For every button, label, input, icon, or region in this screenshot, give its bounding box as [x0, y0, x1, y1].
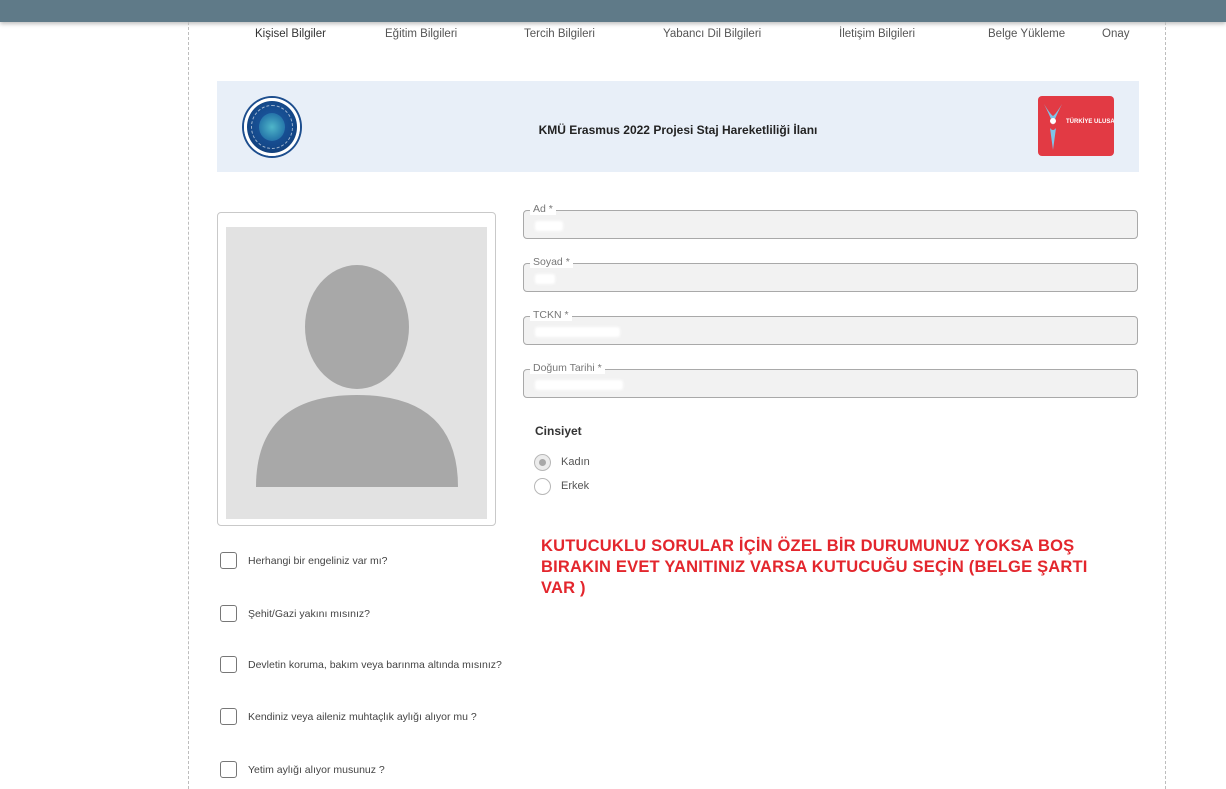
- agency-logo-text: TÜRKİYE ULUSAL AJANSI: [1066, 119, 1114, 125]
- question-label[interactable]: Yetim aylığı alıyor musunuz ?: [248, 764, 385, 776]
- checkbox[interactable]: [220, 552, 237, 569]
- gender-title: Cinsiyet: [535, 424, 582, 438]
- step-kisisel-bilgiler[interactable]: Kişisel Bilgiler: [255, 28, 326, 40]
- banner-title: KMÜ Erasmus 2022 Projesi Staj Hareketlil…: [538, 123, 818, 137]
- step-onay[interactable]: Onay: [1102, 28, 1130, 40]
- step-navigation: Kişisel Bilgiler Eğitim Bilgileri Tercih…: [189, 28, 1167, 48]
- checkbox[interactable]: [220, 708, 237, 725]
- profile-photo-placeholder: [226, 227, 487, 519]
- radio-button[interactable]: [534, 478, 551, 495]
- ad-input[interactable]: [523, 210, 1138, 239]
- tckn-value-redacted: [535, 327, 620, 337]
- national-agency-logo: TÜRKİYE ULUSAL AJANSI: [1038, 96, 1114, 156]
- checkbox[interactable]: [220, 761, 237, 778]
- announcement-banner: KMÜ Erasmus 2022 Projesi Staj Hareketlil…: [217, 81, 1139, 172]
- question-label[interactable]: Şehit/Gazi yakını mısınız?: [248, 608, 370, 620]
- checkbox-instruction-note: KUTUCUKLU SORULAR İÇİN ÖZEL BİR DURUMUNU…: [541, 537, 1088, 597]
- agency-figure-icon: [1044, 104, 1062, 150]
- gender-option-label[interactable]: Kadın: [561, 456, 590, 468]
- soyad-value-redacted: [535, 274, 555, 284]
- dogum-tarihi-field[interactable]: Doğum Tarihi *: [523, 362, 1138, 398]
- soyad-input[interactable]: [523, 263, 1138, 292]
- step-tercih-bilgileri[interactable]: Tercih Bilgileri: [524, 28, 595, 40]
- gender-radio-erkek[interactable]: Erkek: [534, 478, 654, 496]
- step-egitim-bilgileri[interactable]: Eğitim Bilgileri: [385, 28, 457, 40]
- dogum-tarihi-label: Doğum Tarihi: [533, 362, 595, 374]
- form-container: Kişisel Bilgiler Eğitim Bilgileri Tercih…: [188, 22, 1166, 789]
- ad-value-redacted: [535, 221, 563, 231]
- step-belge-yukleme[interactable]: Belge Yükleme: [988, 28, 1065, 40]
- required-marker: *: [597, 362, 602, 374]
- ad-label: Ad: [533, 203, 546, 215]
- radio-button[interactable]: [534, 454, 551, 471]
- required-marker: *: [564, 309, 569, 321]
- soyad-field[interactable]: Soyad *: [523, 256, 1138, 292]
- step-iletisim-bilgileri[interactable]: İletişim Bilgileri: [839, 28, 915, 40]
- gender-radio-kadin[interactable]: Kadın: [534, 454, 654, 472]
- question-label[interactable]: Devletin koruma, bakım veya barınma altı…: [248, 659, 502, 671]
- checkbox[interactable]: [220, 605, 237, 622]
- step-yabanci-dil-bilgileri[interactable]: Yabancı Dil Bilgileri: [663, 28, 761, 40]
- gender-option-label[interactable]: Erkek: [561, 480, 589, 492]
- avatar-silhouette-icon: [256, 265, 458, 487]
- question-label[interactable]: Kendiniz veya aileniz muhtaçlık aylığı a…: [248, 711, 477, 723]
- tckn-label: TCKN: [533, 309, 562, 321]
- checkbox[interactable]: [220, 656, 237, 673]
- required-marker: *: [565, 256, 570, 268]
- soyad-label: Soyad: [533, 256, 563, 268]
- required-marker: *: [548, 203, 553, 215]
- question-label[interactable]: Herhangi bir engeliniz var mı?: [248, 555, 387, 567]
- dogum-tarihi-value-redacted: [535, 380, 623, 390]
- top-bar: [0, 0, 1226, 22]
- tckn-field[interactable]: TCKN *: [523, 309, 1138, 345]
- ad-field[interactable]: Ad *: [523, 203, 1138, 239]
- profile-photo-frame[interactable]: [217, 212, 496, 526]
